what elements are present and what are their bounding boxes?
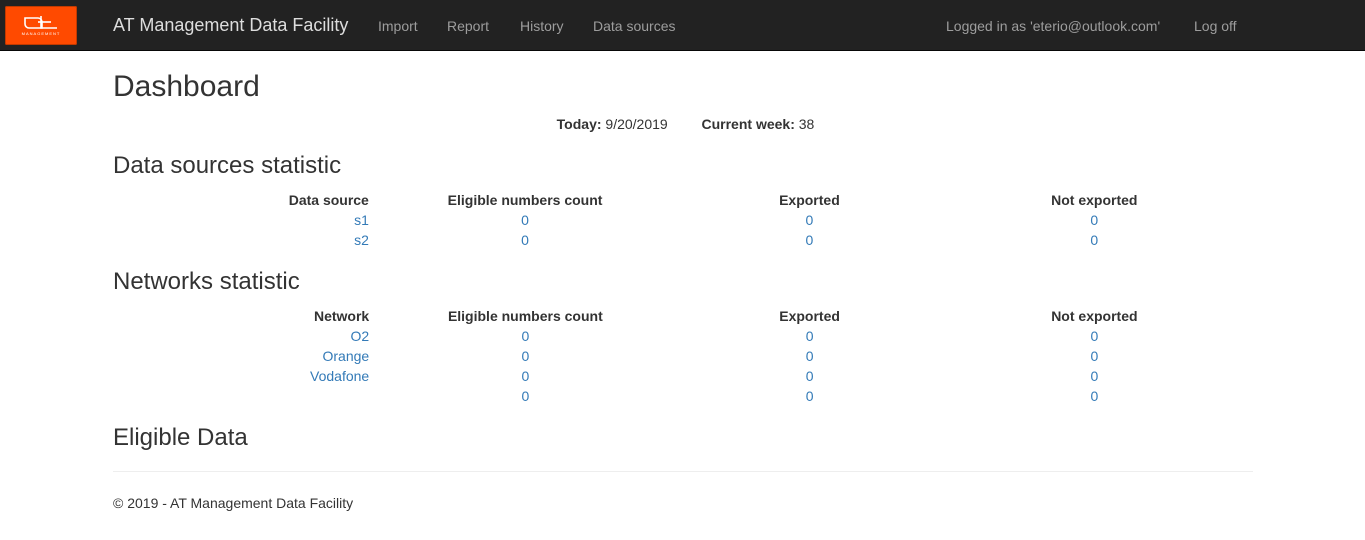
table-row: Orange 0 0 0 bbox=[113, 346, 1251, 366]
nav-import[interactable]: Import bbox=[378, 16, 418, 36]
nav-log-off[interactable]: Log off bbox=[1194, 16, 1237, 36]
data-sources-table: Data source Eligible numbers count Expor… bbox=[113, 190, 1251, 250]
page-title: Dashboard bbox=[113, 70, 260, 103]
not-exported-count-link[interactable]: 0 bbox=[1090, 368, 1098, 384]
footer-divider bbox=[113, 471, 1253, 472]
app-logo[interactable]: MANAGEMENT bbox=[5, 6, 77, 45]
exported-count-link[interactable]: 0 bbox=[806, 368, 814, 384]
date-info: Today: 9/20/2019 Current week: 38 bbox=[0, 115, 1365, 133]
eligible-count-link[interactable]: 0 bbox=[521, 232, 529, 248]
column-header: Data source bbox=[288, 192, 369, 208]
today-value: 9/20/2019 bbox=[605, 116, 668, 132]
week-value: 38 bbox=[798, 116, 815, 132]
column-header: Not exported bbox=[1051, 192, 1138, 208]
brand-title[interactable]: AT Management Data Facility bbox=[113, 15, 348, 35]
table-row: Vodafone 0 0 0 bbox=[113, 366, 1251, 386]
nav-history[interactable]: History bbox=[520, 16, 564, 36]
networks-title: Networks statistic bbox=[113, 268, 300, 295]
eligible-data-title: Eligible Data bbox=[113, 424, 248, 451]
eligible-count-link[interactable]: 0 bbox=[521, 328, 529, 344]
network-link[interactable]: Vodafone bbox=[310, 368, 369, 384]
column-header: Not exported bbox=[1051, 308, 1138, 324]
nav-report[interactable]: Report bbox=[447, 16, 489, 36]
eligible-count-link[interactable]: 0 bbox=[521, 212, 529, 228]
not-exported-count-link[interactable]: 0 bbox=[1090, 232, 1098, 248]
data-source-link[interactable]: s2 bbox=[354, 232, 369, 248]
not-exported-count-link[interactable]: 0 bbox=[1090, 212, 1098, 228]
eligible-count-link[interactable]: 0 bbox=[521, 388, 529, 404]
not-exported-count-link[interactable]: 0 bbox=[1090, 388, 1098, 404]
table-header-row: Network Eligible numbers count Exported … bbox=[113, 306, 1251, 326]
column-header: Network bbox=[313, 308, 370, 324]
network-link[interactable]: O2 bbox=[351, 328, 370, 344]
network-link[interactable]: Orange bbox=[323, 348, 370, 364]
not-exported-count-link[interactable]: 0 bbox=[1090, 348, 1098, 364]
exported-count-link[interactable]: 0 bbox=[806, 388, 814, 404]
table-row: s1 0 0 0 bbox=[113, 210, 1251, 230]
networks-table: Network Eligible numbers count Exported … bbox=[113, 306, 1251, 406]
not-exported-count-link[interactable]: 0 bbox=[1090, 328, 1098, 344]
table-row: s2 0 0 0 bbox=[113, 230, 1251, 250]
footer-copyright: © 2019 - AT Management Data Facility bbox=[113, 495, 354, 511]
eligible-count-link[interactable]: 0 bbox=[521, 368, 529, 384]
column-header: Exported bbox=[779, 192, 840, 208]
logo-text: MANAGEMENT bbox=[21, 31, 61, 36]
exported-count-link[interactable]: 0 bbox=[806, 232, 814, 248]
exported-count-link[interactable]: 0 bbox=[806, 328, 814, 344]
data-sources-title: Data sources statistic bbox=[113, 152, 342, 179]
week-label: Current week: bbox=[701, 116, 795, 132]
today-label: Today: bbox=[556, 116, 602, 132]
logo-mark-icon bbox=[24, 16, 57, 29]
data-source-link[interactable]: s1 bbox=[354, 212, 369, 228]
exported-count-link[interactable]: 0 bbox=[806, 348, 814, 364]
table-row: O2 0 0 0 bbox=[113, 326, 1251, 346]
table-row: 0 0 0 bbox=[113, 386, 1251, 406]
column-header: Exported bbox=[779, 308, 840, 324]
top-navbar: MANAGEMENT AT Management Data Facility I… bbox=[0, 0, 1365, 51]
nav-logged-in-user[interactable]: Logged in as 'eterio@outlook.com' bbox=[946, 16, 1160, 36]
table-header-row: Data source Eligible numbers count Expor… bbox=[113, 190, 1251, 210]
column-header: Eligible numbers count bbox=[447, 308, 603, 324]
column-header: Eligible numbers count bbox=[447, 192, 603, 208]
eligible-count-link[interactable]: 0 bbox=[521, 348, 529, 364]
exported-count-link[interactable]: 0 bbox=[806, 212, 814, 228]
nav-data-sources[interactable]: Data sources bbox=[593, 16, 675, 36]
